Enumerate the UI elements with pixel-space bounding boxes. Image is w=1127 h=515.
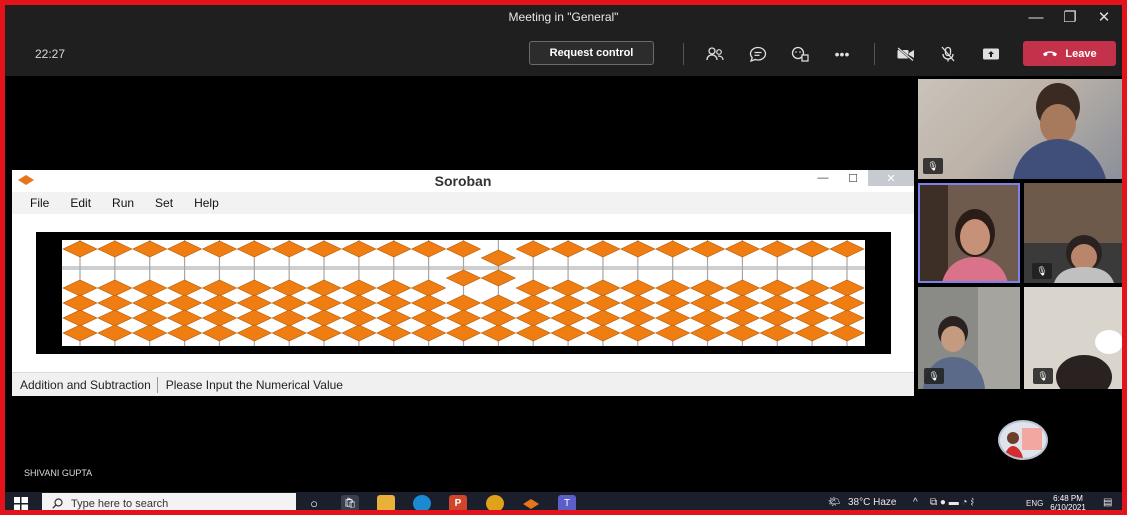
leave-button[interactable]: Leave (1023, 41, 1116, 66)
app-title: Soroban (434, 173, 492, 189)
menu-help[interactable]: Help (194, 192, 229, 214)
weather-icon[interactable]: 🌤 (828, 497, 841, 508)
participant-video-5[interactable]: 🎙 (1024, 287, 1127, 389)
window-controls: — ❐ ✕ (1019, 6, 1121, 28)
menu-set[interactable]: Set (155, 192, 183, 214)
participant-1-silhouette (1013, 83, 1106, 179)
app-maximize-icon[interactable]: ☐ (838, 170, 868, 186)
status-mode: Addition and Subtraction (20, 377, 151, 392)
tray-apps-icon[interactable]: ⧉ ● ▬ ◔ ⌇ (930, 497, 974, 508)
camera-off-icon[interactable] (894, 43, 918, 65)
mic-off-icon: 🎙 (1033, 368, 1053, 384)
edge-icon[interactable] (413, 495, 431, 512)
participant-2-silhouette (920, 185, 1008, 281)
menu-file[interactable]: File (30, 192, 59, 214)
weather-text[interactable]: 38°C Haze (848, 497, 896, 508)
search-placeholder: Type here to search (71, 497, 169, 510)
notifications-icon[interactable]: ▤ (1103, 497, 1112, 508)
abacus-beads[interactable] (36, 232, 891, 354)
store-icon[interactable]: 🛍 (341, 495, 359, 512)
mic-off-icon: 🎙 (924, 368, 944, 384)
taskbar-clock[interactable]: 6:48 PM 6/10/2021 (1048, 494, 1088, 512)
chat-icon[interactable] (746, 43, 770, 65)
more-options-icon[interactable]: ••• (830, 43, 854, 65)
app-close-icon[interactable]: ✕ (868, 170, 914, 186)
cortana-icon[interactable]: ○ (305, 495, 323, 512)
meeting-timer: 22:27 (35, 47, 66, 61)
avatar[interactable] (998, 420, 1048, 460)
shared-app-window: Soroban — ☐ ✕ File Edit Run Set Help Add… (12, 170, 914, 396)
close-icon[interactable]: ✕ (1087, 6, 1121, 28)
participant-video-1[interactable]: 🎙 (918, 79, 1126, 179)
minimize-icon[interactable]: — (1019, 6, 1053, 28)
search-icon (52, 498, 63, 509)
mic-off-icon: 🎙 (1032, 263, 1052, 279)
mic-off-icon[interactable] (936, 43, 960, 65)
request-control-button[interactable]: Request control (529, 41, 654, 65)
title-bar: Meeting in "General" — ❐ ✕ (0, 0, 1127, 34)
phone-hangup-icon (1042, 48, 1058, 60)
powerpoint-icon[interactable]: P (449, 495, 467, 512)
participant-video-3[interactable]: 🎙 (1024, 183, 1127, 283)
os-taskbar: Type here to search ○ 🛍 P T 🌤 38°C Haze … (0, 492, 1127, 515)
soroban-taskbar-icon[interactable] (522, 495, 540, 512)
meeting-toolbar: 22:27 Request control ••• Leave (0, 34, 1127, 76)
app-status-bar: Addition and Subtraction Please Input th… (12, 372, 914, 396)
taskbar-search-box[interactable]: Type here to search (42, 493, 296, 514)
leave-label: Leave (1065, 47, 1097, 60)
menu-edit[interactable]: Edit (70, 192, 101, 214)
teams-icon[interactable]: T (558, 495, 576, 512)
mic-off-icon: 🎙 (923, 158, 943, 174)
windows-start-icon[interactable] (14, 497, 28, 511)
reactions-icon[interactable] (788, 43, 812, 65)
avatar-image (1004, 428, 1042, 458)
participant-video-4[interactable]: 🎙 (918, 287, 1020, 389)
presenter-name: SHIVANI GUPTA (24, 468, 93, 478)
participant-video-2[interactable] (918, 183, 1020, 283)
app-minimize-icon[interactable]: — (808, 170, 838, 186)
toolbar-divider (683, 43, 684, 65)
restore-icon[interactable]: ❐ (1053, 6, 1087, 28)
app-menu-bar: File Edit Run Set Help (12, 192, 914, 214)
clock-time: 6:48 PM (1053, 494, 1083, 503)
file-explorer-icon[interactable] (377, 495, 395, 512)
window-title: Meeting in "General" (508, 10, 619, 24)
clock-date: 6/10/2021 (1050, 503, 1086, 512)
chrome-icon[interactable] (486, 495, 504, 512)
status-prompt: Please Input the Numerical Value (165, 377, 343, 392)
app-window-controls: — ☐ ✕ (808, 170, 914, 186)
menu-run[interactable]: Run (112, 192, 144, 214)
share-screen-icon[interactable] (979, 43, 1003, 65)
language-indicator[interactable]: ENG (1026, 499, 1043, 508)
soroban-abacus[interactable] (36, 232, 891, 354)
participants-icon[interactable] (703, 43, 727, 65)
app-title-bar: Soroban — ☐ ✕ (12, 170, 914, 192)
toolbar-divider (874, 43, 875, 65)
tray-chevron-icon[interactable]: ^ (913, 497, 918, 508)
